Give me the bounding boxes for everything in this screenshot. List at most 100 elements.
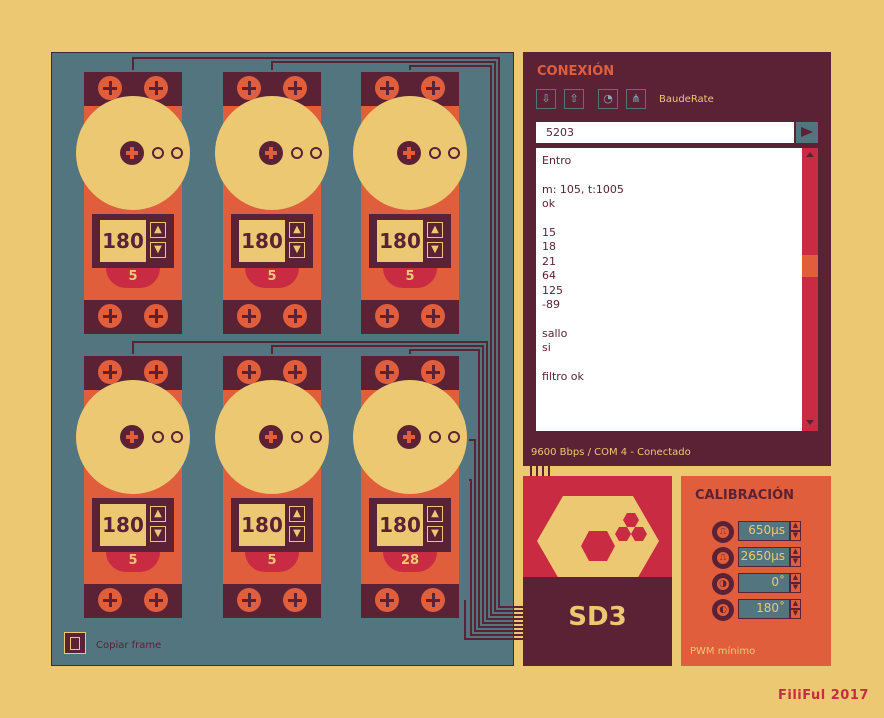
command-input[interactable] — [536, 122, 794, 143]
servo-mount-bottom — [223, 584, 321, 618]
credit: FiliFul 2017 — [778, 688, 869, 703]
angle-max-icon[interactable]: ◐ — [712, 599, 734, 621]
chevron-up-icon[interactable]: ▲ — [790, 573, 801, 583]
screw-icon — [283, 360, 307, 384]
servo-horn[interactable] — [353, 380, 467, 494]
chevron-up-icon[interactable]: ▲ — [289, 506, 305, 522]
servo-value-box: 180 ▲ ▼ — [369, 498, 451, 552]
screw-icon — [375, 304, 399, 328]
chevron-up-icon[interactable]: ▲ — [427, 222, 443, 238]
console-line: 15 — [542, 226, 556, 240]
connection-status: 9600 Bbps / COM 4 - Conectado — [531, 447, 691, 458]
console-scrollbar[interactable] — [802, 148, 818, 431]
console-line: filtro ok — [542, 370, 584, 384]
chevron-down-icon[interactable]: ▼ — [289, 242, 305, 258]
send-icon[interactable] — [796, 122, 818, 143]
gauge-icon[interactable]: ◔ — [598, 89, 618, 109]
servo-mount-bottom — [223, 300, 321, 334]
console-line: -89 — [542, 298, 560, 312]
horn-hole-icon — [448, 431, 460, 443]
console-line: 125 — [542, 283, 563, 297]
console-line: 64 — [542, 269, 556, 283]
servo-value[interactable]: 180 — [100, 220, 146, 262]
servo-horn[interactable] — [215, 96, 329, 210]
screw-icon — [144, 588, 168, 612]
scroll-up-icon[interactable] — [806, 152, 814, 157]
servo-2: 180 ▲ ▼ 5 — [215, 72, 329, 334]
screw-icon — [98, 588, 122, 612]
credit-name: FiliFul — [778, 688, 826, 703]
chevron-down-icon[interactable]: ▼ — [150, 242, 166, 258]
chevron-up-icon[interactable]: ▲ — [427, 506, 443, 522]
servo-value[interactable]: 180 — [100, 504, 146, 546]
chevron-up-icon[interactable]: ▲ — [790, 547, 801, 557]
chevron-down-icon[interactable]: ▼ — [790, 531, 801, 541]
screw-icon — [144, 76, 168, 100]
screw-icon — [98, 304, 122, 328]
horn-hole-icon — [310, 147, 322, 159]
calibration-panel — [681, 476, 831, 666]
horn-hole-icon — [291, 431, 303, 443]
connection-title: CONEXIÓN — [537, 64, 615, 79]
chevron-up-icon[interactable]: ▲ — [790, 599, 801, 609]
screw-icon — [98, 360, 122, 384]
screw-icon — [237, 76, 261, 100]
pulse-min-field[interactable]: 650µs — [738, 521, 790, 541]
servo-value[interactable]: 180 — [239, 220, 285, 262]
servo-mount-bottom — [84, 584, 182, 618]
servo-5: 180 ▲ ▼ 5 — [215, 356, 329, 618]
servo-horn[interactable] — [76, 96, 190, 210]
chevron-down-icon[interactable]: ▼ — [289, 526, 305, 542]
usb-disconnect-icon[interactable]: ⇧ — [564, 89, 584, 109]
horn-hole-icon — [171, 431, 183, 443]
chevron-up-icon[interactable]: ▲ — [150, 222, 166, 238]
usb-connect-icon[interactable]: ⇩ — [536, 89, 556, 109]
chevron-down-icon[interactable]: ▼ — [427, 526, 443, 542]
copy-frame-label[interactable]: Copiar frame — [96, 640, 161, 651]
servo-6: 180 ▲ ▼ 28 — [353, 356, 467, 618]
logo-text: SD3 — [568, 602, 627, 632]
pulse-max-field[interactable]: 2650µs — [738, 547, 790, 567]
chevron-down-icon[interactable]: ▼ — [150, 526, 166, 542]
screw-icon — [237, 588, 261, 612]
console-output: Entro m: 105, t:1005 ok 15 18 21 64 125 -89 sa… — [536, 148, 802, 431]
calibration-title: CALIBRACIÓN — [695, 488, 795, 503]
network-icon[interactable]: ⋔ — [626, 89, 646, 109]
console-line: Entro — [542, 154, 572, 167]
screw-icon — [421, 588, 445, 612]
screw-icon — [375, 360, 399, 384]
screw-icon — [421, 360, 445, 384]
chevron-up-icon[interactable]: ▲ — [150, 506, 166, 522]
screw-icon — [421, 76, 445, 100]
servo-horn[interactable] — [76, 380, 190, 494]
chevron-up-icon[interactable]: ▲ — [790, 521, 801, 531]
chevron-down-icon[interactable]: ▼ — [427, 242, 443, 258]
horn-hole-icon — [291, 147, 303, 159]
servo-horn[interactable] — [215, 380, 329, 494]
horn-hole-icon — [152, 431, 164, 443]
angle-max-field[interactable]: 180˚ — [738, 599, 790, 619]
baudrate-label[interactable]: BaudeRate — [659, 94, 714, 105]
angle-min-icon[interactable]: ◑ — [712, 573, 734, 595]
console-line: 21 — [542, 254, 556, 268]
clipboard-icon[interactable] — [64, 632, 86, 654]
angle-min-field[interactable]: 0˚ — [738, 573, 790, 593]
servo-value[interactable]: 180 — [239, 504, 285, 546]
chevron-down-icon[interactable]: ▼ — [790, 609, 801, 619]
chevron-up-icon[interactable]: ▲ — [289, 222, 305, 238]
chevron-down-icon[interactable]: ▼ — [790, 583, 801, 593]
pulse-max-icon[interactable]: ⎍ — [712, 547, 734, 569]
chevron-down-icon[interactable]: ▼ — [790, 557, 801, 567]
horn-hub-icon — [259, 425, 283, 449]
pwm-label: PWM mínimo — [690, 646, 756, 657]
scroll-down-icon[interactable] — [806, 420, 814, 425]
scrollbar-thumb[interactable] — [802, 255, 818, 277]
servo-value[interactable]: 180 — [377, 220, 423, 262]
servo-horn[interactable] — [353, 96, 467, 210]
console-line: sallo — [542, 326, 568, 340]
console-line: m: 105, t:1005 — [542, 182, 624, 196]
pulse-min-icon[interactable]: ⎍ — [712, 521, 734, 543]
servo-value[interactable]: 180 — [377, 504, 423, 546]
